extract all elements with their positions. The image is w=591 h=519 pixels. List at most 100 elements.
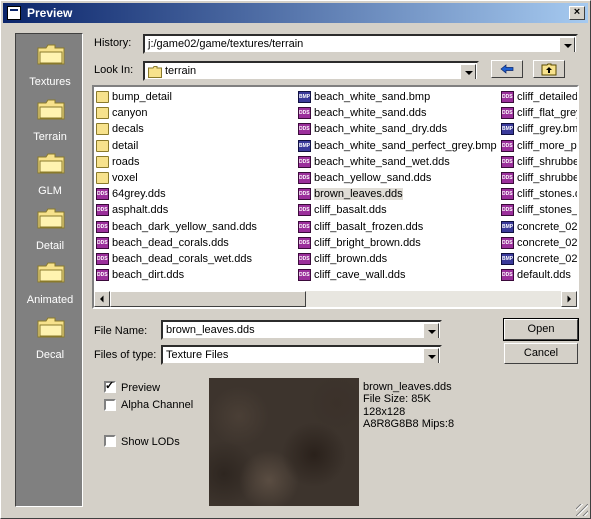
sidebar-item-textures[interactable]: Textures [16, 38, 84, 92]
file-list-item[interactable]: cliff_more_pie [499, 138, 577, 154]
scroll-left-icon [100, 295, 104, 303]
cancel-button-label: Cancel [523, 347, 559, 359]
file-list-item[interactable]: default.dds [499, 267, 577, 283]
file-name: concrete_020 [517, 236, 579, 249]
chevron-down-icon[interactable] [423, 323, 439, 338]
file-name: beach_dead_corals.dds [112, 236, 229, 249]
file-list-item[interactable]: roads [94, 154, 294, 170]
file-list-item[interactable]: beach_dead_corals.dds [94, 235, 294, 251]
scroll-left-button[interactable] [94, 291, 110, 307]
file-name: decals [112, 123, 144, 136]
file-list-item[interactable]: cliff_basalt_frozen.dds [296, 219, 498, 235]
file-name: cliff_basalt.dds [314, 204, 387, 217]
alpha-channel-checkbox[interactable] [104, 399, 116, 411]
file-list-item[interactable]: beach_white_sand_perfect_grey.bmp [296, 138, 498, 154]
dds-file-icon [96, 252, 109, 265]
bmp-file-icon [501, 123, 514, 136]
sidebar-item-label: Terrain [33, 131, 67, 143]
file-list-item[interactable]: brown_leaves.dds [296, 186, 498, 202]
file-list-item[interactable]: concrete_020 [499, 235, 579, 251]
file-list-item[interactable]: cliff_stones.d [499, 186, 577, 202]
file-column: cliff_detailed_ cliff_flat_grey cliff_grey… [499, 89, 579, 283]
folder-icon [96, 91, 109, 103]
file-list-item[interactable]: concrete_020 [499, 251, 577, 267]
info-format: A8R8G8B8 Mips:8 [363, 418, 455, 430]
dds-file-icon [298, 155, 311, 168]
file-name: cliff_flat_grey [517, 107, 579, 120]
sidebar-item-animated[interactable]: Animated [16, 256, 84, 310]
file-list-item[interactable]: canyon [94, 105, 294, 121]
open-button[interactable]: Open [503, 318, 579, 341]
dds-file-icon [501, 188, 514, 201]
show-lods-checkbox[interactable] [104, 435, 116, 447]
history-combobox[interactable]: j:/game02/game/textures/terrain [143, 34, 578, 54]
file-list-item[interactable]: detail [94, 138, 294, 154]
scrollbar-thumb[interactable] [110, 291, 306, 307]
dds-file-icon [501, 139, 514, 152]
places-sidebar: Textures Terrain GLM Detail Animated Dec… [15, 33, 83, 507]
file-list-item[interactable]: beach_dirt.dds [94, 267, 294, 283]
sidebar-item-label: Textures [29, 76, 71, 88]
file-type-select[interactable]: Texture Files [161, 345, 442, 365]
sidebar-item-decal[interactable]: Decal [16, 311, 84, 365]
up-folder-button[interactable] [533, 60, 565, 78]
file-name: cliff_shrubber [517, 171, 579, 184]
file-list-item[interactable]: cliff_grey.bmp [499, 121, 577, 137]
window-icon [7, 6, 21, 20]
file-list-item[interactable]: beach_white_sand.bmp [296, 89, 498, 105]
file-list[interactable]: bump_detailcanyon decals detail roads voxel 6… [92, 85, 579, 309]
file-list-item[interactable]: beach_dead_corals_wet.dds [94, 251, 294, 267]
file-type-value: Texture Files [166, 349, 229, 361]
dds-file-icon [96, 188, 109, 201]
file-list-item[interactable]: beach_yellow_sand.dds [296, 170, 498, 186]
file-list-item[interactable]: cliff_flat_grey [499, 105, 579, 121]
chevron-down-icon[interactable] [559, 37, 575, 52]
file-list-item[interactable]: beach_white_sand.dds [296, 105, 498, 121]
file-name: canyon [112, 107, 148, 120]
file-name: beach_white_sand_dry.dds [314, 123, 448, 136]
file-name: voxel [112, 171, 138, 184]
folder-icon [37, 208, 65, 229]
file-name-input[interactable]: brown_leaves.dds [161, 320, 442, 340]
file-list-item[interactable]: cliff_brown.dds [296, 251, 498, 267]
bmp-file-icon [298, 91, 311, 103]
preview-dialog: Preview × Textures Terrain GLM Detail An… [0, 0, 591, 519]
chevron-down-icon[interactable] [423, 348, 439, 363]
file-list-item[interactable]: cliff_cave_wall.dds [296, 267, 498, 283]
file-list-item[interactable]: cliff_shrubber [499, 170, 579, 186]
look-in-combobox[interactable]: terrain [143, 61, 479, 81]
file-list-item[interactable]: asphalt.dds [94, 202, 294, 218]
file-list-item[interactable]: beach_dark_yellow_sand.dds [94, 219, 294, 235]
file-list-item[interactable]: beach_white_sand_dry.dds [296, 121, 498, 137]
file-list-item[interactable]: cliff_stones_3 [499, 202, 577, 218]
file-name: beach_dark_yellow_sand.dds [112, 220, 257, 233]
file-list-item[interactable]: cliff_bright_brown.dds [296, 235, 498, 251]
close-button[interactable]: × [569, 6, 585, 20]
dds-file-icon [298, 188, 311, 201]
file-name: detail [112, 139, 139, 152]
file-list-item[interactable]: cliff_detailed_ [499, 89, 577, 105]
file-list-item[interactable]: cliff_basalt.dds [296, 202, 498, 218]
file-list-item[interactable]: concrete_020 [499, 219, 577, 235]
file-list-item[interactable]: cliff_shrubber [499, 154, 577, 170]
sidebar-item-terrain[interactable]: Terrain [16, 93, 84, 147]
title-bar[interactable]: Preview × [3, 3, 588, 23]
cancel-button[interactable]: Cancel [504, 343, 578, 364]
dds-file-icon [501, 155, 514, 168]
file-name: 64grey.dds [112, 188, 166, 201]
chevron-down-icon[interactable] [460, 64, 476, 79]
preview-checkbox[interactable] [104, 379, 116, 393]
file-list-item[interactable]: voxel [94, 170, 294, 186]
file-column: beach_white_sand.bmp beach_white_sand.dds… [296, 89, 498, 283]
folder-icon [37, 99, 65, 120]
sidebar-item-glm[interactable]: GLM [16, 147, 84, 201]
resize-grip-icon[interactable] [576, 504, 588, 516]
scroll-right-button[interactable] [561, 291, 577, 307]
file-list-item[interactable]: decals [94, 121, 294, 137]
file-list-item[interactable]: bump_detail [94, 89, 294, 105]
sidebar-item-detail[interactable]: Detail [16, 202, 84, 256]
file-list-item[interactable]: beach_white_sand_wet.dds [296, 154, 498, 170]
back-button[interactable] [491, 60, 523, 78]
file-list-item[interactable]: 64grey.dds [94, 186, 294, 202]
horizontal-scrollbar[interactable] [94, 291, 577, 307]
